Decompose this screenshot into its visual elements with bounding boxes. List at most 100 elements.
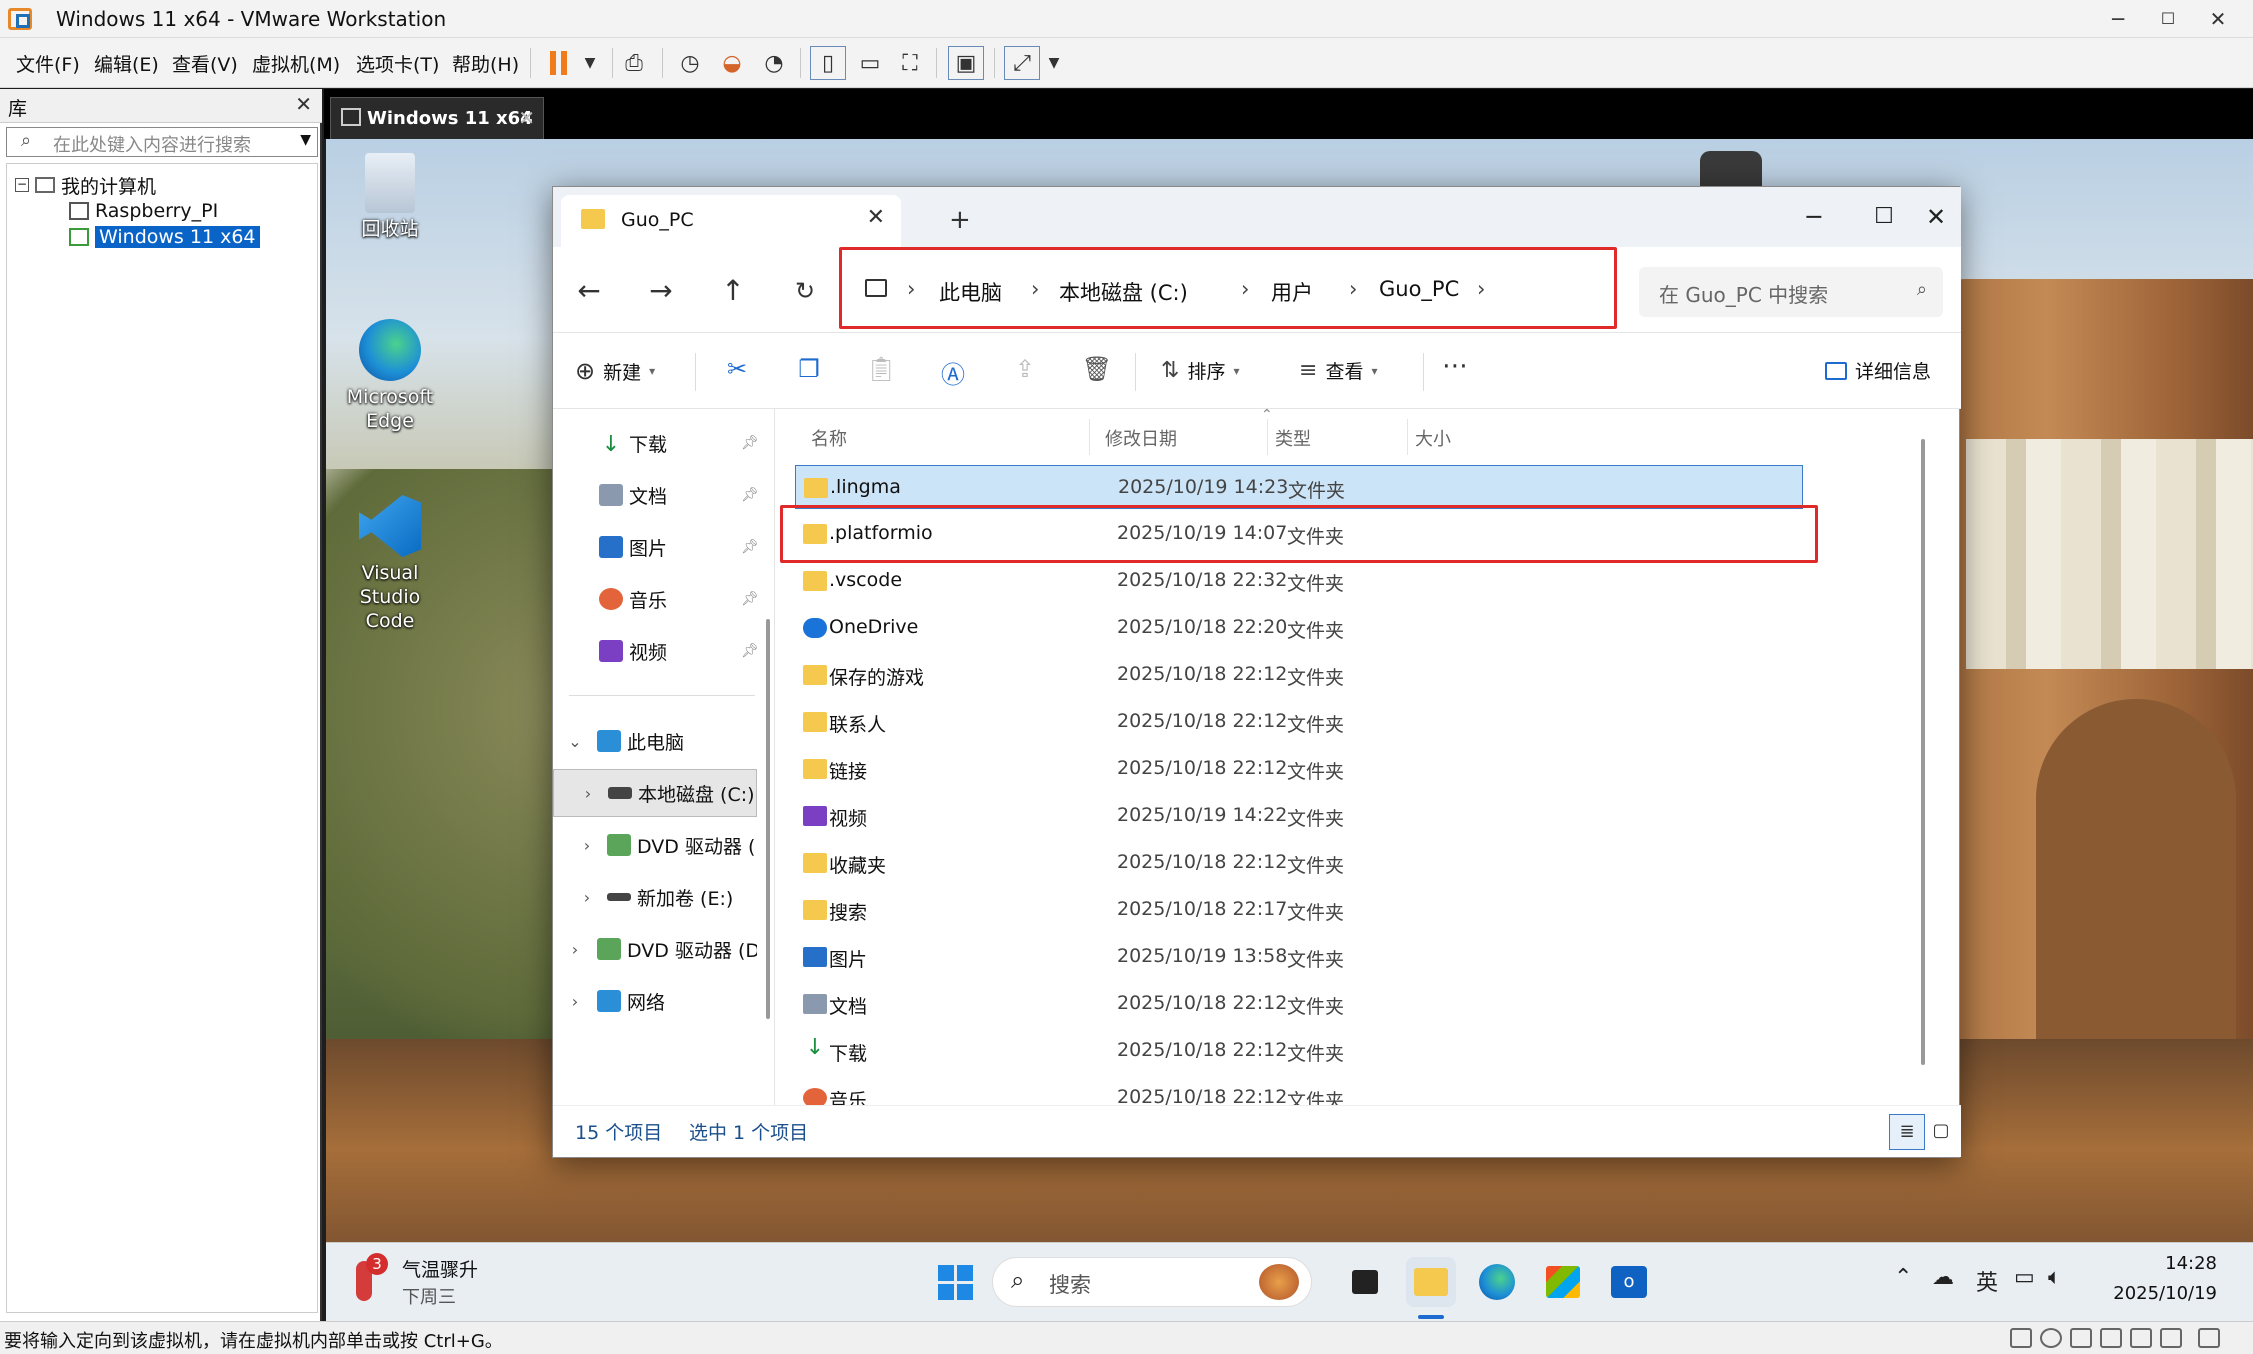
pin-icon[interactable]: 📌︎ [741, 539, 759, 555]
column-header-date[interactable]: 修改日期 [1105, 425, 1177, 451]
nav-scrollbar[interactable] [766, 619, 770, 1019]
chevron-right-icon[interactable]: › [575, 836, 599, 855]
nav-item-this-pc[interactable]: ⌄ 此电脑 [553, 717, 769, 765]
column-separator[interactable] [1407, 419, 1408, 455]
rename-icon[interactable]: Ⓐ [935, 355, 971, 390]
column-header-type[interactable]: 类型 [1275, 425, 1311, 451]
new-tab-button[interactable]: + [949, 205, 971, 235]
back-arrow-icon[interactable]: ← [569, 271, 609, 311]
menu-help[interactable]: 帮助(H) [452, 50, 519, 77]
minimize-button[interactable]: ─ [2103, 4, 2133, 34]
view-button[interactable]: ≡ 查看 ▾ [1299, 357, 1377, 384]
nav-item-pictures[interactable]: 图片 📌︎ [553, 523, 769, 571]
hard-disk-icon[interactable] [2010, 1328, 2032, 1348]
file-row[interactable]: 视频 2025/10/19 14:22 文件夹 [795, 794, 1803, 838]
taskbar-search-box[interactable]: ⌕ 搜索 [992, 1257, 1312, 1307]
copy-icon[interactable]: ❐ [791, 355, 827, 383]
usb-icon[interactable] [2100, 1328, 2122, 1348]
revert-snapshot-icon[interactable]: ◒ [714, 46, 750, 80]
file-row[interactable]: 链接 2025/10/18 22:12 文件夹 [795, 747, 1803, 791]
file-row[interactable]: ↓ 下载 2025/10/18 22:12 文件夹 [795, 1029, 1803, 1073]
sort-button[interactable]: ⇅ 排序 ▾ [1161, 357, 1239, 384]
printer-icon[interactable] [2160, 1328, 2182, 1348]
nav-item-network[interactable]: › 网络 [553, 977, 769, 1025]
file-row[interactable]: 收藏夹 2025/10/18 22:12 文件夹 [795, 841, 1803, 885]
column-header-size[interactable]: 大小 [1415, 425, 1451, 451]
nav-item-dvd-d[interactable]: › DVD 驱动器 (D: [553, 925, 769, 973]
start-button[interactable] [930, 1257, 980, 1307]
pin-icon[interactable]: 📌︎ [741, 435, 759, 451]
menu-edit[interactable]: 编辑(E) [94, 50, 159, 77]
details-pane-button[interactable]: 详细信息 [1824, 357, 1931, 384]
sound-card-icon[interactable] [2130, 1328, 2152, 1348]
explorer-tab[interactable]: Guo_PC ✕ [561, 195, 901, 247]
library-search-input[interactable]: ⌕ 在此处键入内容进行搜索 ▼ [6, 127, 318, 157]
close-button[interactable]: ✕ [2203, 4, 2233, 34]
file-row[interactable]: 文档 2025/10/18 22:12 文件夹 [795, 982, 1803, 1026]
pause-icon[interactable] [540, 46, 576, 80]
vm-tab-close-icon[interactable]: ✕ [518, 106, 535, 130]
volume-icon[interactable]: 🔈︎ [2048, 1265, 2061, 1290]
chevron-right-icon[interactable]: › [575, 888, 599, 907]
column-separator[interactable] [1267, 419, 1268, 455]
chevron-down-icon[interactable]: ⌄ [563, 732, 587, 751]
taskbar-file-explorer[interactable] [1406, 1257, 1456, 1307]
network-disconnected-icon[interactable]: ☁ [1932, 1265, 1954, 1290]
desktop-icon-recycle-bin[interactable]: 回收站 [330, 153, 450, 241]
file-row[interactable]: OneDrive 2025/10/18 22:20 文件夹 [795, 606, 1803, 650]
desktop-icon-vscode[interactable]: Visual Studio Code [330, 495, 450, 633]
taskbar-edge[interactable] [1472, 1257, 1522, 1307]
clock-date[interactable]: 2025/10/19 [2113, 1283, 2217, 1304]
tree-item-vm[interactable]: Raspberry_PI [69, 198, 218, 224]
menu-view[interactable]: 查看(V) [172, 50, 238, 77]
pin-icon[interactable]: 📌︎ [741, 487, 759, 503]
explorer-maximize-button[interactable]: ☐ [1859, 197, 1909, 237]
task-view-button[interactable] [1340, 1257, 1390, 1307]
menu-tabs[interactable]: 选项卡(T) [356, 50, 439, 77]
collapse-icon[interactable]: − [15, 178, 29, 192]
nav-item-documents[interactable]: 文档 📌︎ [553, 471, 769, 519]
file-row[interactable]: 联系人 2025/10/18 22:12 文件夹 [795, 700, 1803, 744]
console-view-icon[interactable]: ▣ [948, 46, 984, 80]
ime-indicator[interactable]: 英 [1976, 1265, 1998, 1297]
list-scrollbar[interactable] [1921, 439, 1925, 1065]
tree-item-vm-selected[interactable]: Windows 11 x64 [69, 224, 260, 250]
file-row[interactable]: .vscode 2025/10/18 22:32 文件夹 [795, 559, 1803, 603]
stretch-guest-icon[interactable]: ⤢ [1004, 46, 1040, 80]
explorer-search-input[interactable]: 在 Guo_PC 中搜索 ⌕ [1639, 267, 1943, 317]
file-row[interactable]: 搜索 2025/10/18 22:17 文件夹 [795, 888, 1803, 932]
chevron-up-icon[interactable]: ⌃ [1894, 1265, 1912, 1290]
library-view-icon[interactable]: ▯ [810, 46, 846, 80]
nav-item-music[interactable]: 音乐 📌︎ [553, 575, 769, 623]
cut-icon[interactable]: ✂ [719, 355, 755, 383]
pin-icon[interactable]: 📌︎ [741, 643, 759, 659]
paste-icon[interactable]: 📋︎ [863, 355, 899, 383]
menu-file[interactable]: 文件(F) [16, 50, 80, 77]
chevron-right-icon[interactable]: › [563, 992, 587, 1011]
menu-vm[interactable]: 虚拟机(M) [252, 50, 340, 77]
taskbar-outlook[interactable]: o [1604, 1257, 1654, 1307]
details-view-icon[interactable]: ≣ [1889, 1114, 1925, 1150]
nav-item-videos[interactable]: 视频 📌︎ [553, 627, 769, 675]
snapshot-manager-icon[interactable]: ◔ [756, 46, 792, 80]
display-icon[interactable] [2198, 1328, 2220, 1348]
new-button[interactable]: ⊕ 新建 ▾ [575, 357, 655, 385]
weather-widget[interactable]: 3 气温骤升 下周三 [326, 1243, 526, 1322]
nav-item-new-volume[interactable]: › 新加卷 (E:) [553, 873, 769, 921]
pause-dropdown-icon[interactable]: ▼ [572, 46, 608, 80]
display-icon[interactable]: ▭ [2014, 1265, 2035, 1290]
taskbar-store[interactable] [1538, 1257, 1588, 1307]
desktop-icon-edge[interactable]: Microsoft Edge [330, 319, 450, 433]
nav-item-dvd-i[interactable]: › DVD 驱动器 (I [553, 821, 769, 869]
network-adapter-icon[interactable] [2070, 1328, 2092, 1348]
forward-arrow-icon[interactable]: → [641, 271, 681, 311]
delete-icon[interactable]: 🗑︎ [1079, 355, 1115, 383]
more-options-icon[interactable]: ⋯ [1437, 351, 1473, 381]
large-icons-view-icon[interactable]: ▢ [1925, 1114, 1957, 1150]
snapshot-icon[interactable]: ◷ [672, 46, 708, 80]
refresh-icon[interactable]: ↻ [785, 271, 825, 311]
library-close-icon[interactable]: ✕ [295, 92, 312, 116]
file-row[interactable]: .lingma 2025/10/19 14:23 文件夹 [795, 465, 1803, 509]
chevron-down-icon[interactable]: ▼ [300, 132, 311, 148]
up-arrow-icon[interactable]: ↑ [713, 271, 753, 311]
